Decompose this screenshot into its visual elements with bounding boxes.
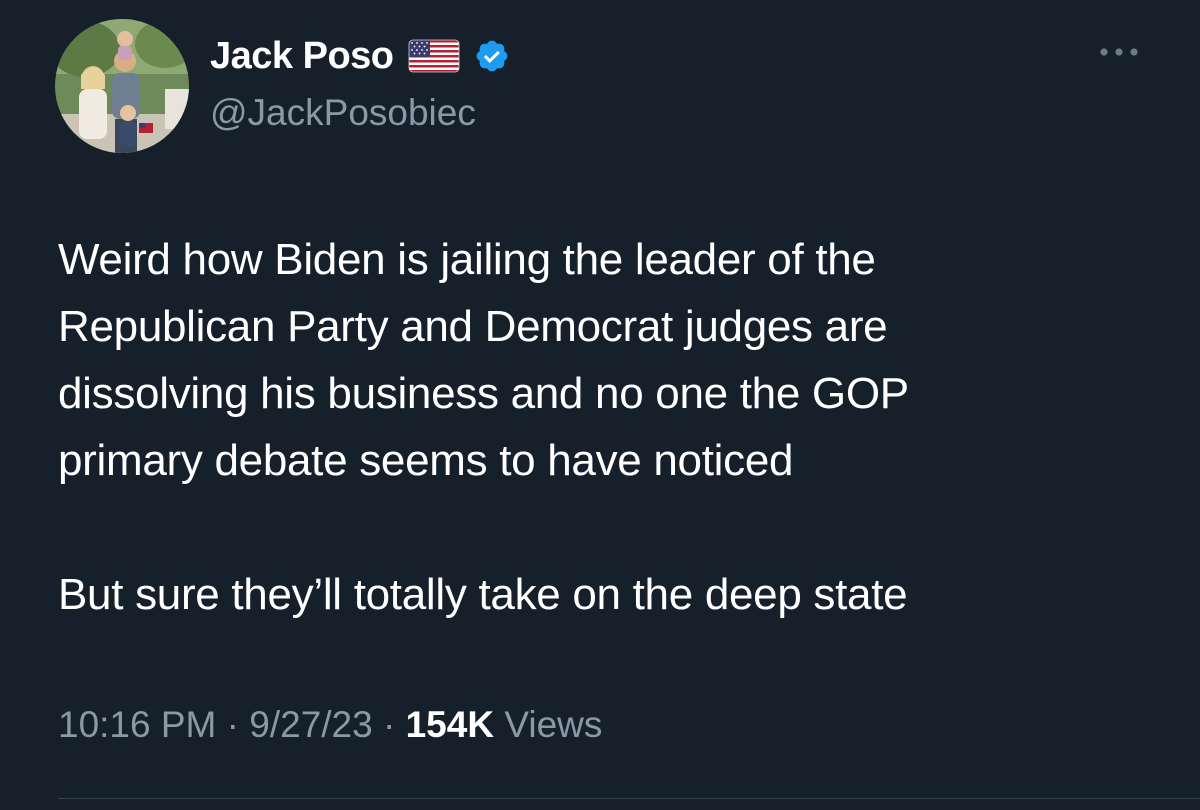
divider (58, 798, 1200, 799)
avatar-photo (55, 19, 189, 153)
views-count: 154K (405, 704, 495, 745)
more-options-button[interactable] (1096, 40, 1142, 64)
tweet-time[interactable]: 10:16 PM (58, 704, 216, 745)
flag-usa-icon (408, 39, 460, 73)
ellipsis-icon (1100, 48, 1138, 56)
meta-separator: · (372, 704, 406, 745)
tweet-text: Weird how Biden is jailing the leader of… (58, 226, 1158, 628)
tweet-text-line: primary debate seems to have noticed (58, 436, 794, 485)
tweet-text-line: Republican Party and Democrat judges are (58, 302, 888, 351)
views-label: Views (494, 704, 603, 745)
tweet-text-closing-line: But sure they’ll totally take on the dee… (58, 570, 908, 619)
meta-separator: · (216, 704, 250, 745)
avatar[interactable] (55, 19, 189, 153)
author-display-name[interactable]: Jack Poso (210, 35, 394, 78)
author-name-row: Jack Poso (210, 31, 510, 81)
tweet-card: Jack Poso @JackPosobiec Weird how Biden … (0, 0, 1200, 810)
tweet-date[interactable]: 9/27/23 (249, 704, 372, 745)
tweet-text-line: dissolving his business and no one the G… (58, 369, 909, 418)
verified-icon[interactable] (474, 38, 510, 74)
tweet-meta: 10:16 PM · 9/27/23 · 154K Views (58, 704, 602, 746)
tweet-text-line: Weird how Biden is jailing the leader of… (58, 235, 876, 284)
author-handle[interactable]: @JackPosobiec (210, 92, 476, 134)
